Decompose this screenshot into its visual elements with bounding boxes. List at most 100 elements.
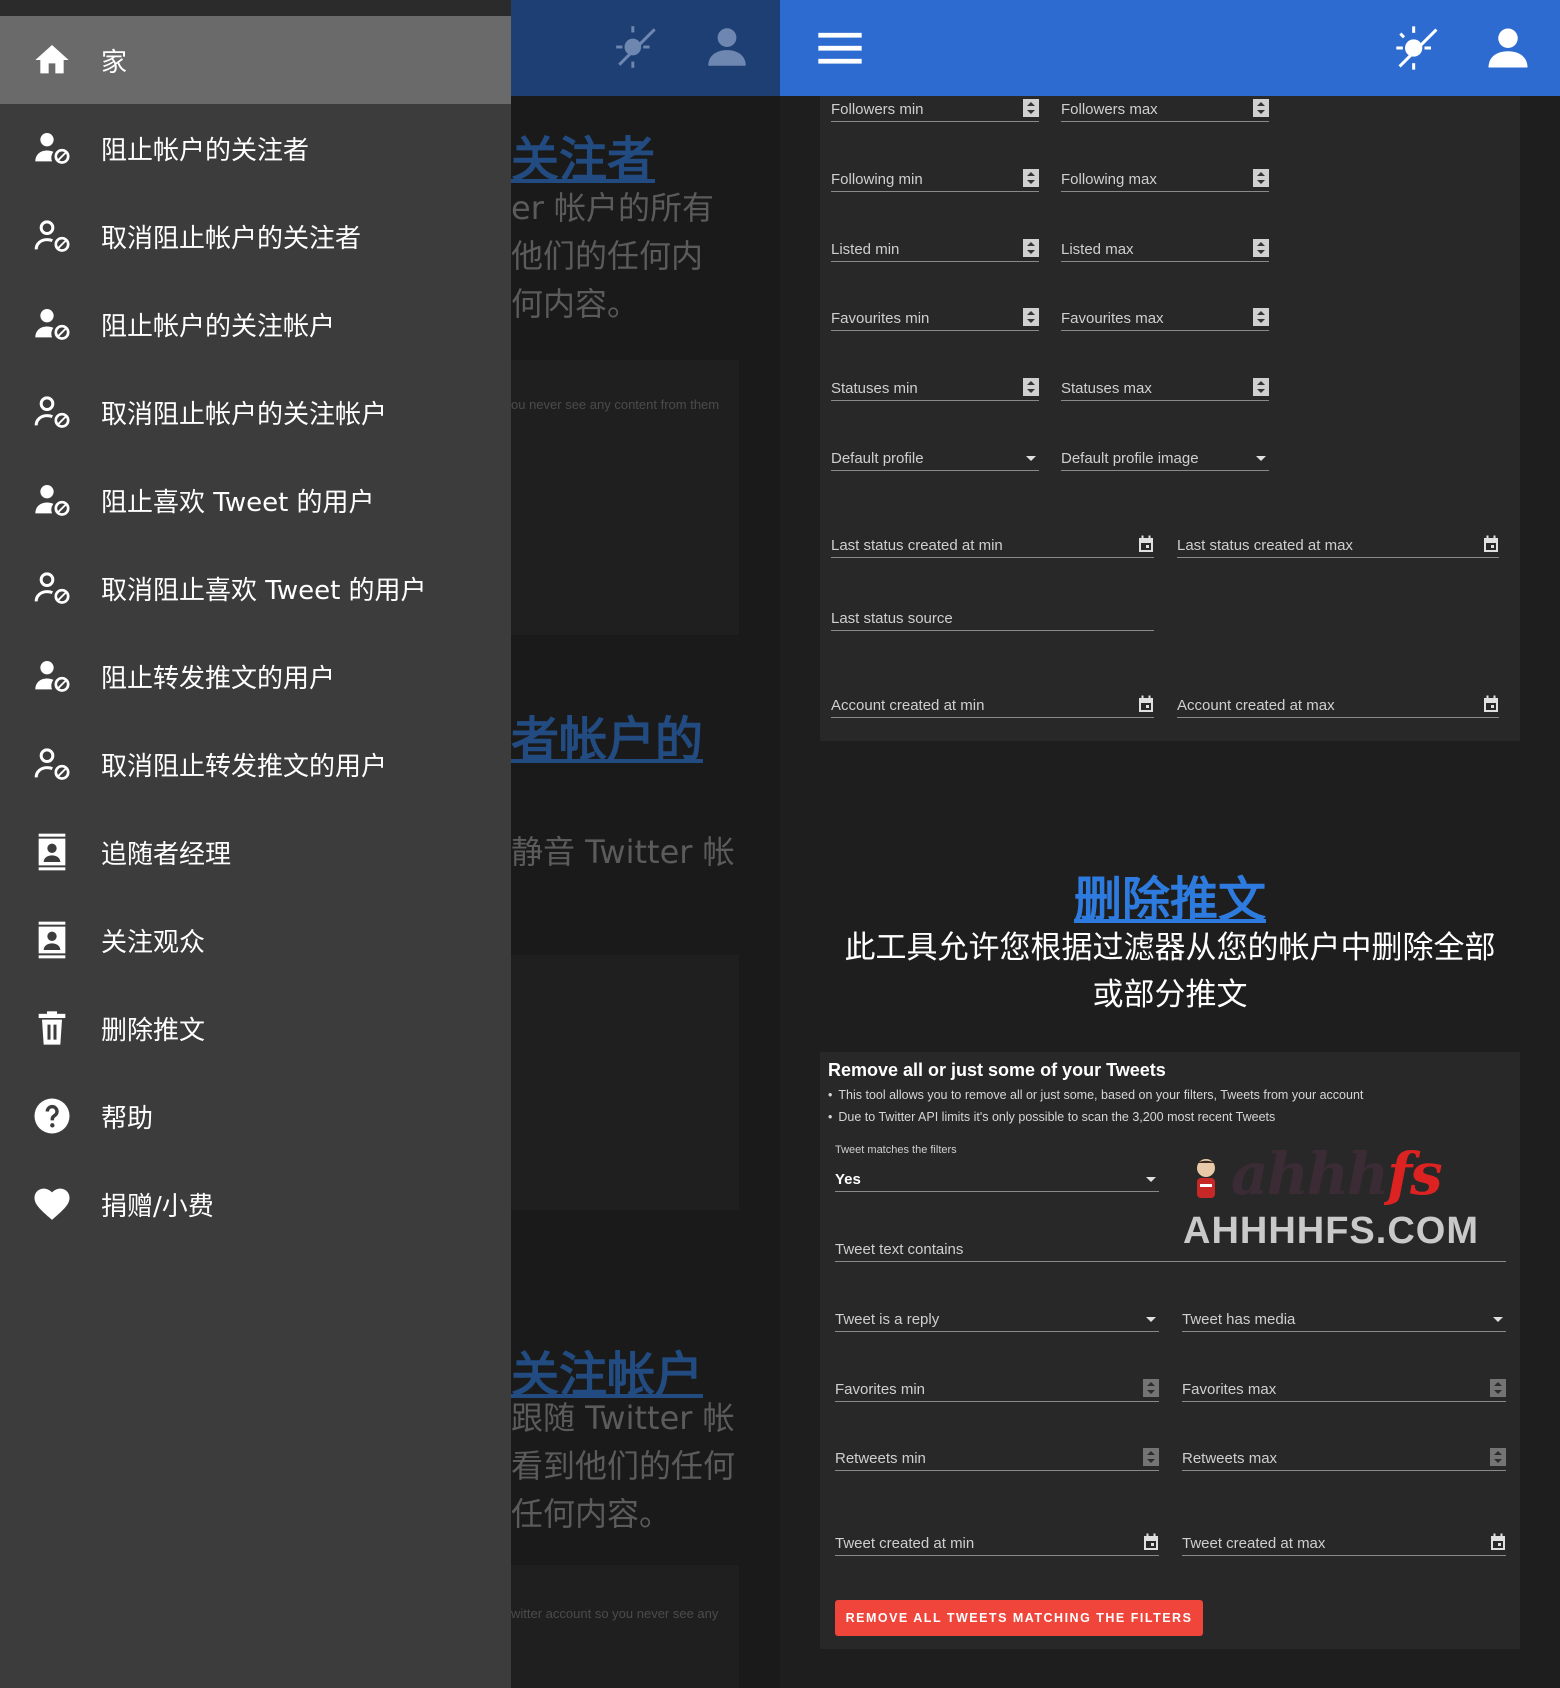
account-created-min-field[interactable]: Account created at min bbox=[831, 690, 1154, 718]
info-bullet: Due to Twitter API limits it's only poss… bbox=[828, 1110, 1275, 1124]
nav-item-label: 家 bbox=[101, 47, 128, 78]
number-spinner-icon[interactable] bbox=[1143, 1379, 1159, 1397]
mascot-icon bbox=[1196, 1159, 1216, 1198]
info-bullet: This tool allows you to remove all or ju… bbox=[828, 1088, 1363, 1102]
tweet-created-max-field[interactable]: Tweet created at max bbox=[1182, 1528, 1506, 1556]
person-unblock-icon bbox=[34, 572, 70, 604]
number-spinner-icon[interactable] bbox=[1023, 99, 1039, 117]
person-block-icon bbox=[35, 133, 70, 164]
statuses-min-field[interactable]: Statuses min bbox=[831, 373, 1039, 401]
nav-item-block-following[interactable]: 阻止帐户的关注帐户 bbox=[0, 280, 511, 368]
favorites-min-field[interactable]: Favorites min bbox=[835, 1374, 1159, 1402]
number-spinner-icon[interactable] bbox=[1023, 378, 1039, 396]
last-status-created-min-field[interactable]: Last status created at min bbox=[831, 530, 1154, 558]
number-spinner-icon[interactable] bbox=[1490, 1379, 1506, 1397]
status-bar bbox=[0, 0, 511, 16]
default-profile-select[interactable]: Default profile bbox=[831, 443, 1039, 471]
nav-item-label: 阻止帐户的关注者 bbox=[101, 135, 310, 166]
following-max-field[interactable]: Following max bbox=[1061, 164, 1269, 192]
followers-min-field[interactable]: Followers min bbox=[831, 94, 1039, 122]
nav-item-label: 帮助 bbox=[101, 1103, 154, 1134]
nav-item-follower-manager[interactable]: 追随者经理 bbox=[0, 808, 511, 896]
help-icon bbox=[34, 1098, 70, 1134]
nav-item-follow-audience[interactable]: 关注观众 bbox=[0, 896, 511, 984]
drawer-scrim[interactable] bbox=[511, 96, 780, 1688]
tweet-is-reply-select[interactable]: Tweet is a reply bbox=[835, 1304, 1159, 1332]
watermark: ahhhfs AHHHHFS.COM bbox=[1183, 1140, 1513, 1252]
watermark-domain-text: AHHHHFS.COM bbox=[1183, 1210, 1479, 1252]
number-spinner-icon[interactable] bbox=[1253, 169, 1269, 187]
watermark-script-text: ahhhfs bbox=[1231, 1140, 1443, 1208]
calendar-icon[interactable] bbox=[1490, 1533, 1506, 1551]
followers-max-field[interactable]: Followers max bbox=[1061, 94, 1269, 122]
tweet-matches-filters-select[interactable]: Tweet matches the filters Yes bbox=[835, 1144, 1159, 1192]
following-min-field[interactable]: Following min bbox=[831, 164, 1039, 192]
favourites-min-field[interactable]: Favourites min bbox=[831, 303, 1039, 331]
delete-tweets-title-link[interactable]: 删除推文 bbox=[780, 860, 1560, 930]
last-status-source-field[interactable]: Last status source bbox=[831, 603, 1154, 631]
contact-card-icon bbox=[38, 833, 66, 871]
remove-tweets-button[interactable]: REMOVE ALL TWEETS MATCHING THE FILTERS bbox=[835, 1600, 1203, 1636]
retweets-max-field[interactable]: Retweets max bbox=[1182, 1443, 1506, 1471]
dropdown-arrow-icon bbox=[1146, 1317, 1156, 1322]
nav-item-home[interactable]: 家 bbox=[0, 16, 511, 104]
last-status-created-max-field[interactable]: Last status created at max bbox=[1177, 530, 1499, 558]
dropdown-arrow-icon bbox=[1146, 1177, 1156, 1182]
calendar-icon[interactable] bbox=[1143, 1533, 1159, 1551]
contact-card-icon bbox=[38, 921, 66, 959]
theme-toggle-icon[interactable] bbox=[1392, 22, 1444, 74]
nav-item-donate[interactable]: 捐赠/小费 bbox=[0, 1160, 511, 1248]
listed-min-field[interactable]: Listed min bbox=[831, 234, 1039, 262]
nav-item-label: 关注观众 bbox=[101, 927, 206, 958]
calendar-icon[interactable] bbox=[1138, 535, 1154, 553]
account-filters-card bbox=[820, 96, 1520, 741]
nav-item-unblock-following[interactable]: 取消阻止帐户的关注帐户 bbox=[0, 368, 511, 456]
number-spinner-icon[interactable] bbox=[1023, 308, 1039, 326]
number-spinner-icon[interactable] bbox=[1253, 378, 1269, 396]
number-spinner-icon[interactable] bbox=[1253, 308, 1269, 326]
tweet-has-media-select[interactable]: Tweet has media bbox=[1182, 1304, 1506, 1332]
nav-item-unblock-followers[interactable]: 取消阻止帐户的关注者 bbox=[0, 192, 511, 280]
nav-item-block-retweeters[interactable]: 阻止转发推文的用户 bbox=[0, 632, 511, 720]
nav-item-unblock-retweeters[interactable]: 取消阻止转发推文的用户 bbox=[0, 720, 511, 808]
account-icon[interactable] bbox=[702, 22, 752, 72]
calendar-icon[interactable] bbox=[1138, 695, 1154, 713]
account-created-max-field[interactable]: Account created at max bbox=[1177, 690, 1499, 718]
app-bar bbox=[780, 0, 1560, 96]
tweet-created-min-field[interactable]: Tweet created at min bbox=[835, 1528, 1159, 1556]
number-spinner-icon[interactable] bbox=[1490, 1448, 1506, 1466]
default-profile-image-select[interactable]: Default profile image bbox=[1061, 443, 1269, 471]
nav-item-block-followers[interactable]: 阻止帐户的关注者 bbox=[0, 104, 511, 192]
nav-item-help[interactable]: 帮助 bbox=[0, 1072, 511, 1160]
person-block-icon bbox=[35, 661, 70, 692]
person-unblock-icon bbox=[34, 748, 70, 780]
menu-icon[interactable] bbox=[814, 22, 866, 74]
heart-icon bbox=[34, 1188, 70, 1220]
retweets-min-field[interactable]: Retweets min bbox=[835, 1443, 1159, 1471]
nav-item-label: 阻止喜欢 Tweet 的用户 bbox=[101, 487, 375, 518]
nav-item-delete-tweets[interactable]: 删除推文 bbox=[0, 984, 511, 1072]
nav-item-label: 取消阻止喜欢 Tweet 的用户 bbox=[101, 575, 427, 606]
nav-item-label: 取消阻止转发推文的用户 bbox=[101, 751, 388, 782]
person-unblock-icon bbox=[34, 220, 70, 252]
number-spinner-icon[interactable] bbox=[1023, 239, 1039, 257]
nav-item-block-likers[interactable]: 阻止喜欢 Tweet 的用户 bbox=[0, 456, 511, 544]
person-block-icon bbox=[35, 485, 70, 516]
account-icon[interactable] bbox=[1482, 22, 1534, 74]
person-block-icon bbox=[35, 309, 70, 340]
statuses-max-field[interactable]: Statuses max bbox=[1061, 373, 1269, 401]
theme-toggle-icon[interactable] bbox=[612, 22, 662, 72]
nav-item-unblock-likers[interactable]: 取消阻止喜欢 Tweet 的用户 bbox=[0, 544, 511, 632]
nav-item-label: 捐赠/小费 bbox=[101, 1191, 214, 1222]
favourites-max-field[interactable]: Favourites max bbox=[1061, 303, 1269, 331]
calendar-icon[interactable] bbox=[1483, 695, 1499, 713]
number-spinner-icon[interactable] bbox=[1253, 99, 1269, 117]
number-spinner-icon[interactable] bbox=[1253, 239, 1269, 257]
dropdown-arrow-icon bbox=[1026, 456, 1036, 461]
nav-item-label: 取消阻止帐户的关注者 bbox=[101, 223, 362, 254]
number-spinner-icon[interactable] bbox=[1023, 169, 1039, 187]
calendar-icon[interactable] bbox=[1483, 535, 1499, 553]
number-spinner-icon[interactable] bbox=[1143, 1448, 1159, 1466]
favorites-max-field[interactable]: Favorites max bbox=[1182, 1374, 1506, 1402]
listed-max-field[interactable]: Listed max bbox=[1061, 234, 1269, 262]
